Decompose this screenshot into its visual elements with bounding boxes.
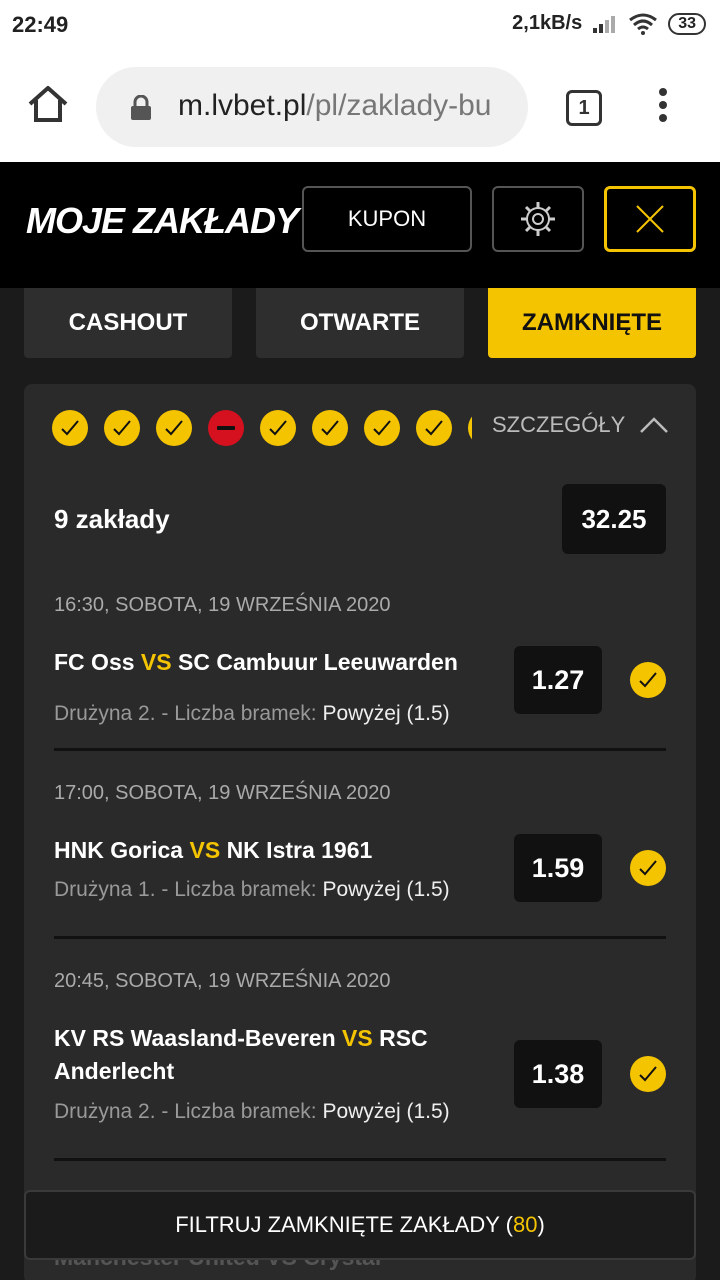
event-market: Drużyna 2. - Liczba bramek: Powyżej (1.5… (54, 702, 450, 726)
bet-card: SZCZEGÓŁY 9 zakłady 32.25 16:30, SOBOTA,… (24, 384, 696, 1280)
event-status-icon (630, 662, 666, 698)
vs-label: VS (342, 1025, 373, 1051)
check-icon (639, 672, 657, 688)
market-pick: Powyżej (1.5) (322, 702, 450, 725)
wifi-icon (629, 13, 658, 35)
market-pick: Powyżej (1.5) (322, 878, 450, 901)
status-time: 22:49 (12, 12, 69, 37)
details-toggle[interactable]: SZCZEGÓŁY (492, 412, 669, 438)
status-right: 2,1kB/s 33 (512, 12, 706, 35)
check-icon (639, 860, 657, 876)
status-bar: 22:49 2,1kB/s 33 (0, 0, 720, 52)
home-team: KV RS Waasland-Beveren (54, 1025, 336, 1051)
browser-menu-icon[interactable] (656, 88, 670, 128)
event-teams: FC Oss VS SC Cambuur Leeuwarden (54, 646, 484, 679)
battery-indicator: 33 (668, 12, 706, 35)
vs-label: VS (189, 837, 221, 863)
event-row: 16:30, SOBOTA, 19 WRZEŚNIA 2020 FC Oss V… (54, 594, 666, 744)
tab-otwarte[interactable]: OTWARTE (256, 288, 464, 358)
event-odds: 1.59 (514, 834, 602, 902)
won-result-icon (416, 410, 452, 446)
details-label: SZCZEGÓŁY (492, 412, 626, 437)
event-odds: 1.38 (514, 1040, 602, 1108)
home-team: FC Oss (54, 649, 135, 675)
chevron-up-icon (640, 417, 669, 433)
event-market: Drużyna 1. - Liczba bramek: Powyżej (1.5… (54, 878, 450, 902)
event-market: Drużyna 2. - Liczba bramek: Powyżej (1.5… (54, 1100, 450, 1124)
result-dots (52, 410, 472, 446)
url-host: m.lvbet.pl (178, 89, 307, 122)
market-pick: Powyżej (1.5) (322, 1100, 450, 1123)
market-label: Drużyna 1. - Liczba bramek: (54, 878, 323, 901)
away-team: SC Cambuur Leeuwarden (178, 649, 458, 675)
event-row: 20:45, SOBOTA, 19 WRZEŚNIA 2020 KV RS Wa… (54, 970, 666, 1150)
divider (54, 936, 666, 939)
tab-zamkniete[interactable]: ZAMKNIĘTE (488, 288, 696, 358)
settings-button[interactable] (492, 186, 584, 252)
browser-toolbar: m.lvbet.pl/pl/zaklady-bu 1 (0, 52, 720, 162)
home-team: HNK Gorica (54, 837, 184, 863)
market-label: Drużyna 2. - Liczba bramek: (54, 1100, 323, 1123)
event-odds: 1.27 (514, 646, 602, 714)
filter-label-close: ) (537, 1212, 545, 1237)
url-path: /pl/zaklady-bu (306, 89, 492, 122)
event-date: 20:45, SOBOTA, 19 WRZEŚNIA 2020 (54, 970, 391, 992)
away-team: NK Istra 1961 (226, 837, 373, 863)
event-row: 17:00, SOBOTA, 19 WRZEŚNIA 2020 HNK Gori… (54, 782, 666, 932)
bet-count: 9 zakłady (54, 504, 170, 534)
kupon-button[interactable]: KUPON (302, 186, 472, 252)
vs-label: VS (140, 649, 172, 675)
won-result-icon (468, 410, 472, 446)
url-bar[interactable]: m.lvbet.pl/pl/zaklady-bu (96, 67, 528, 147)
lock-icon (131, 95, 151, 120)
won-result-icon (260, 410, 296, 446)
divider (54, 748, 666, 751)
event-date: 16:30, SOBOTA, 19 WRZEŚNIA 2020 (54, 594, 391, 616)
filter-count: 80 (512, 1212, 538, 1237)
won-result-icon (312, 410, 348, 446)
event-date: 17:00, SOBOTA, 19 WRZEŚNIA 2020 (54, 782, 391, 804)
lost-result-icon (208, 410, 244, 446)
home-icon[interactable] (26, 82, 70, 126)
gear-icon (521, 202, 555, 236)
won-result-icon (104, 410, 140, 446)
tab-cashout[interactable]: CASHOUT (24, 288, 232, 358)
event-teams: KV RS Waasland-Beveren VS RSC Anderlecht (54, 1022, 484, 1088)
filter-label: FILTRUJ ZAMKNIĘTE ZAKŁADY ( (175, 1212, 513, 1237)
page-title: MOJE ZAKŁADY (26, 200, 299, 241)
check-icon (639, 1066, 657, 1082)
won-result-icon (364, 410, 400, 446)
signal-icon (593, 15, 616, 33)
close-icon (636, 205, 664, 233)
net-speed: 2,1kB/s (512, 12, 583, 34)
url-text: m.lvbet.pl/pl/zaklady-bu (178, 89, 492, 123)
app-header: MOJE ZAKŁADY KUPON (0, 162, 720, 288)
tab-switcher-button[interactable]: 1 (566, 90, 602, 126)
total-odds: 32.25 (562, 484, 666, 554)
event-teams: HNK Gorica VS NK Istra 1961 (54, 834, 484, 867)
close-button[interactable] (604, 186, 696, 252)
won-result-icon (156, 410, 192, 446)
filter-closed-bets-button[interactable]: FILTRUJ ZAMKNIĘTE ZAKŁADY (80) (24, 1190, 696, 1260)
event-status-icon (630, 850, 666, 886)
market-label: Drużyna 2. - Liczba bramek: (54, 702, 323, 725)
event-status-icon (630, 1056, 666, 1092)
divider (54, 1158, 666, 1161)
won-result-icon (52, 410, 88, 446)
